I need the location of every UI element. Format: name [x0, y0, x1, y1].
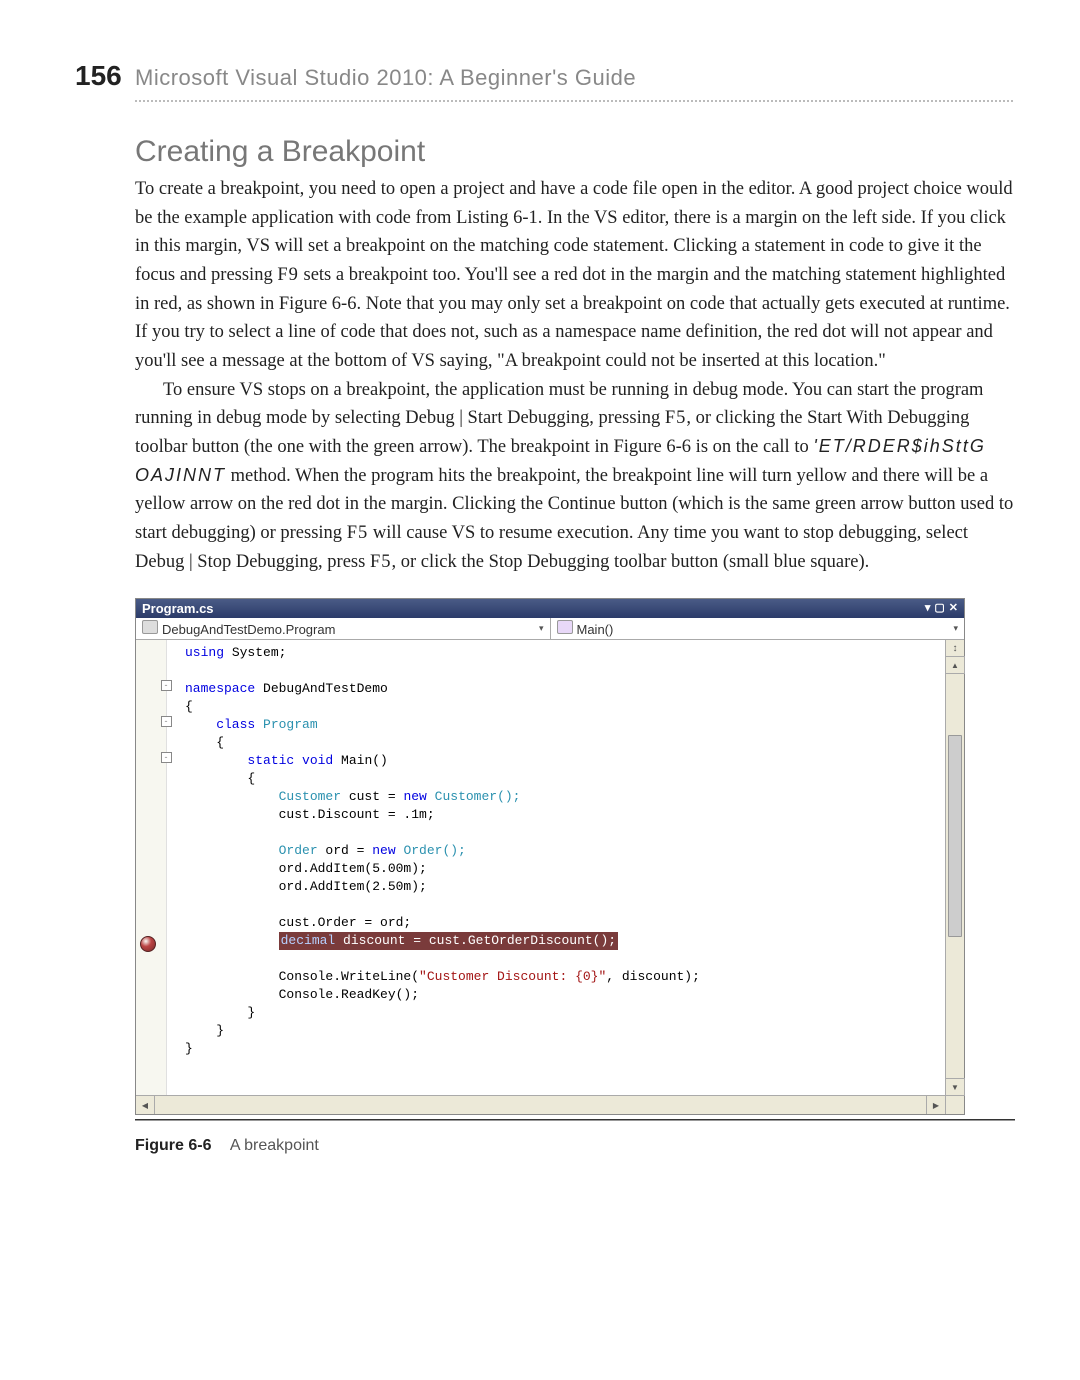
scroll-corner: [945, 1096, 964, 1114]
figure-6-6: Program.cs ▾ ▢ ✕ DebugAndTestDemo.Progra…: [75, 598, 1015, 1155]
figure-label: Figure 6-6: [135, 1137, 211, 1154]
nav-dropdowns: DebugAndTestDemo.Program ▾ Main() ▾: [136, 618, 964, 640]
horizontal-scrollbar[interactable]: ◀ ▶: [136, 1095, 964, 1114]
para2-e: , or click the Stop Debugging toolbar bu…: [391, 552, 869, 572]
chevron-down-icon: ▾: [953, 623, 958, 634]
scroll-up-icon[interactable]: ▲: [945, 656, 965, 674]
class-dropdown[interactable]: DebugAndTestDemo.Program ▾: [136, 618, 551, 639]
paragraph-1: To create a breakpoint, you need to open…: [75, 175, 1015, 376]
tab-title: Program.cs: [142, 601, 214, 616]
figure-caption: Figure 6-6 A breakpoint: [135, 1137, 1015, 1155]
running-header: 156 Microsoft Visual Studio 2010: A Begi…: [75, 60, 1015, 92]
key-f5-1: F5: [665, 408, 687, 428]
maximize-icon[interactable]: ▢: [934, 603, 944, 614]
method-icon: [557, 620, 573, 634]
method-dropdown-label: Main(): [577, 622, 614, 637]
window-buttons: ▾ ▢ ✕: [925, 603, 958, 614]
scroll-left-icon[interactable]: ◀: [136, 1096, 155, 1114]
scroll-right-icon[interactable]: ▶: [926, 1096, 945, 1114]
method-dropdown[interactable]: Main() ▾: [551, 618, 965, 639]
key-f5-3: F5: [370, 552, 392, 572]
figure-rule: [135, 1119, 1015, 1121]
header-rule: [135, 100, 1015, 102]
close-icon[interactable]: ✕: [949, 603, 958, 614]
editor-gutter[interactable]: - - -: [136, 640, 167, 1095]
book-title: Microsoft Visual Studio 2010: A Beginner…: [135, 65, 1015, 91]
class-icon: [142, 620, 158, 634]
key-f9: F9: [277, 265, 299, 285]
dropdown-arrow-icon[interactable]: ▾: [925, 603, 931, 614]
breakpoint-dot-icon[interactable]: [140, 936, 156, 952]
split-box-icon[interactable]: ↕: [946, 640, 964, 657]
chevron-down-icon: ▾: [539, 623, 544, 634]
code-area[interactable]: using System; namespace DebugAndTestDemo…: [167, 640, 945, 1095]
key-f5-2: F5: [347, 523, 369, 543]
scroll-thumb[interactable]: [948, 735, 962, 937]
fold-toggle-icon[interactable]: -: [161, 716, 172, 727]
vs-titlebar[interactable]: Program.cs ▾ ▢ ✕: [136, 599, 964, 618]
figure-text: A breakpoint: [230, 1137, 319, 1154]
page-number: 156: [75, 60, 115, 92]
breakpoint-line: decimal discount = cust.GetOrderDiscount…: [279, 932, 618, 950]
fold-toggle-icon[interactable]: -: [161, 680, 172, 691]
class-dropdown-label: DebugAndTestDemo.Program: [162, 622, 335, 637]
paragraph-2: To ensure VS stops on a breakpoint, the …: [75, 376, 1015, 577]
section-heading: Creating a Breakpoint: [75, 135, 1015, 169]
scroll-down-icon[interactable]: ▼: [945, 1078, 965, 1096]
scroll-track[interactable]: [155, 1096, 926, 1114]
vertical-scrollbar[interactable]: ↕ ▲ ▼: [945, 640, 964, 1095]
vs-editor-window[interactable]: Program.cs ▾ ▢ ✕ DebugAndTestDemo.Progra…: [135, 598, 965, 1115]
code-editor-body: - - - using System; namespace DebugAndTe…: [136, 640, 964, 1095]
fold-toggle-icon[interactable]: -: [161, 752, 172, 763]
